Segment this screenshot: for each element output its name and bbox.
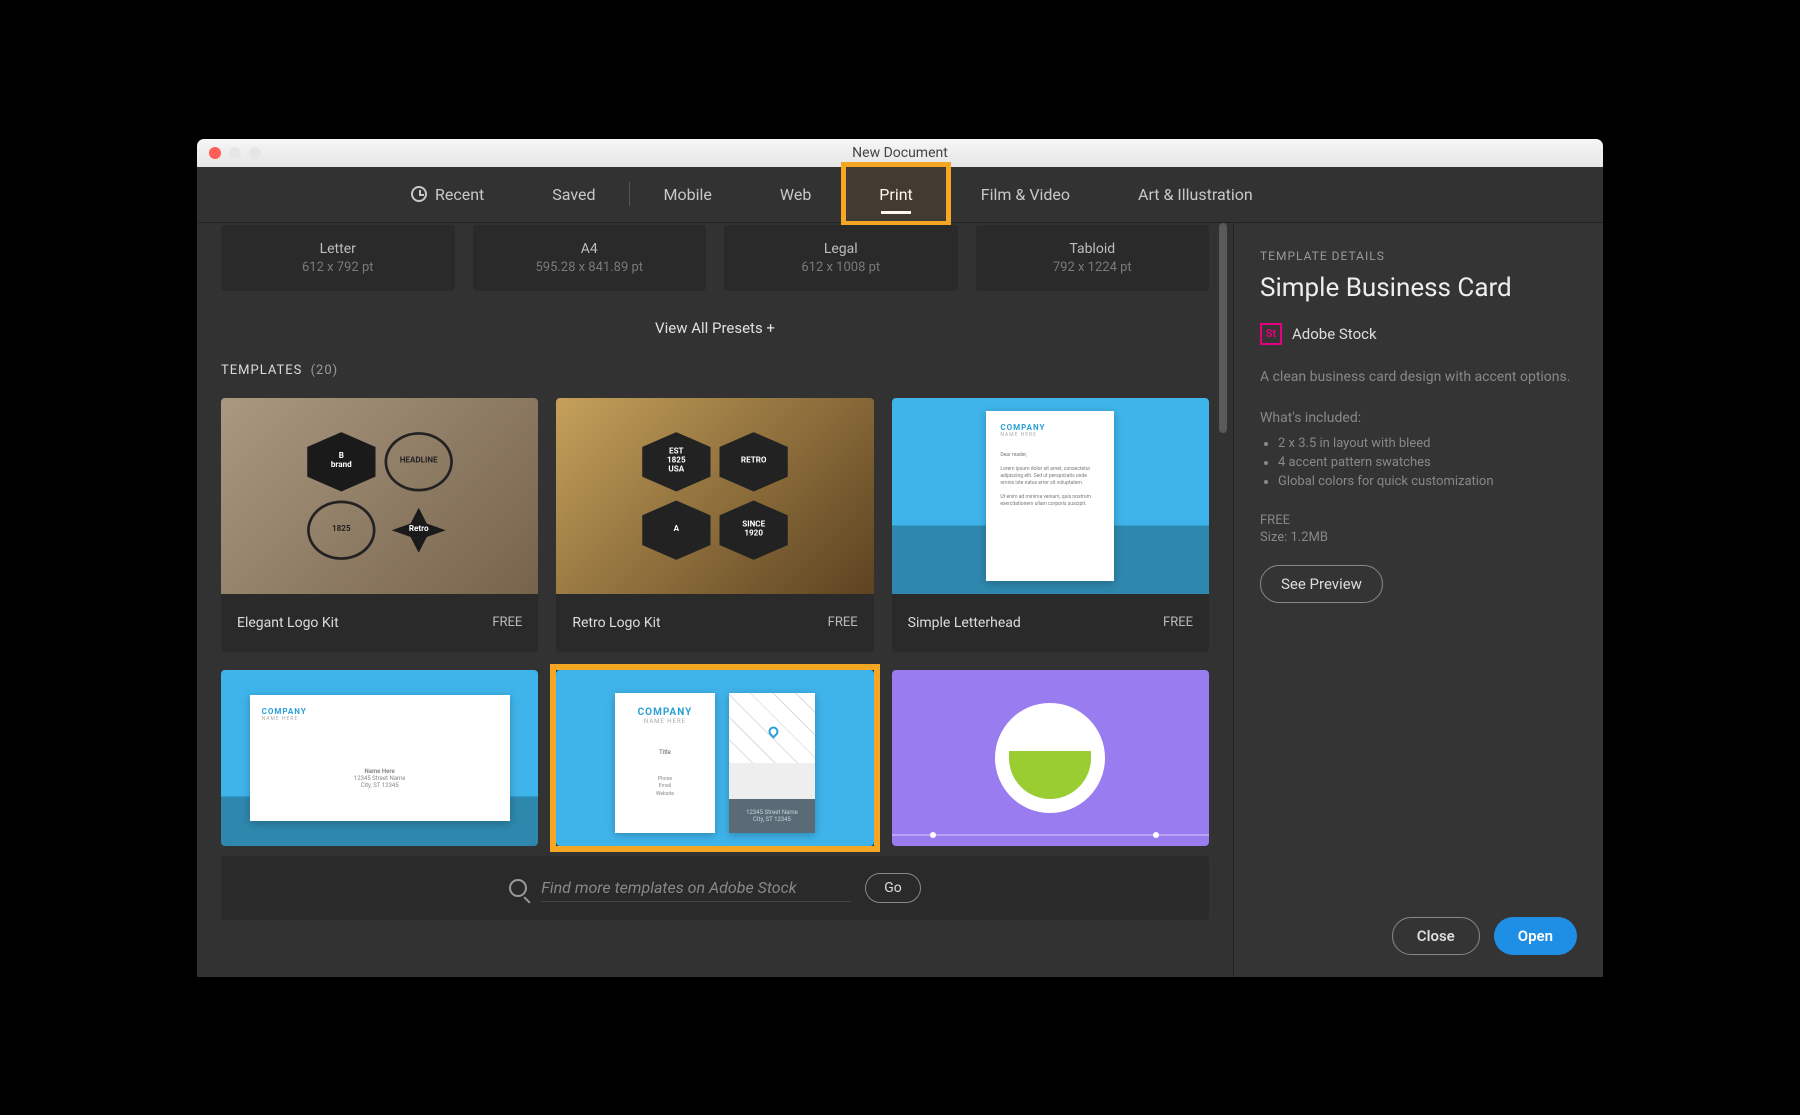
tab-label: Film & Video bbox=[981, 185, 1070, 204]
size-label: Size: 1.2MB bbox=[1260, 530, 1577, 545]
list-item: 2 x 3.5 in layout with bleed bbox=[1278, 434, 1577, 453]
tab-mobile[interactable]: Mobile bbox=[630, 166, 746, 222]
preset-legal[interactable]: Legal612 x 1008 pt bbox=[724, 225, 958, 291]
tab-art-illustration[interactable]: Art & Illustration bbox=[1104, 166, 1287, 222]
list-item: Global colors for quick customization bbox=[1278, 472, 1577, 491]
tab-film-video[interactable]: Film & Video bbox=[947, 166, 1104, 222]
template-thumbnail: EST1825USA RETRO A SINCE1920 bbox=[556, 398, 873, 594]
blank-presets-row: Letter612 x 792 pt A4595.28 x 841.89 pt … bbox=[221, 225, 1209, 291]
open-button[interactable]: Open bbox=[1494, 917, 1577, 955]
stock-source-row: St Adobe Stock bbox=[1260, 323, 1577, 345]
price-label: FREE bbox=[1260, 513, 1577, 528]
preset-tabloid[interactable]: Tabloid792 x 1224 pt bbox=[976, 225, 1210, 291]
adobe-stock-icon: St bbox=[1260, 323, 1282, 345]
template-thumbnail bbox=[892, 670, 1209, 846]
template-thumbnail: COMPANY NAME HERE Title PhoneEmailWebsit… bbox=[556, 670, 873, 846]
window-title: New Document bbox=[197, 145, 1603, 161]
main-content: Letter612 x 792 pt A4595.28 x 841.89 pt … bbox=[197, 223, 1233, 977]
template-description: A clean business card design with accent… bbox=[1260, 367, 1577, 388]
view-all-presets-link[interactable]: View All Presets + bbox=[221, 319, 1209, 337]
scrollbar[interactable] bbox=[1219, 223, 1227, 863]
whats-included-list: 2 x 3.5 in layout with bleed 4 accent pa… bbox=[1260, 434, 1577, 491]
panel-heading: TEMPLATE DETAILS bbox=[1260, 249, 1577, 263]
active-tab-indicator bbox=[881, 211, 911, 214]
clock-icon bbox=[411, 186, 427, 202]
scrollbar-thumb[interactable] bbox=[1219, 223, 1227, 433]
template-thumbnail: Bbrand HEADLINE 1825 Retro bbox=[221, 398, 538, 594]
templates-section-header: TEMPLATES (20) bbox=[221, 363, 1209, 378]
tab-label: Web bbox=[780, 185, 811, 204]
search-input[interactable] bbox=[541, 874, 851, 902]
template-search-bar: Go bbox=[221, 856, 1209, 920]
tab-label: Saved bbox=[552, 185, 595, 204]
template-simple-letterhead[interactable]: COMPANY NAME HERE Dear reader,Lorem ipsu… bbox=[892, 398, 1209, 652]
go-button[interactable]: Go bbox=[865, 873, 921, 903]
tab-label: Mobile bbox=[664, 185, 712, 204]
template-retro-logo-kit[interactable]: EST1825USA RETRO A SINCE1920 Retro Logo … bbox=[556, 398, 873, 652]
new-document-window: New Document Recent Saved Mobile Web Pri… bbox=[197, 139, 1603, 977]
preset-a4[interactable]: A4595.28 x 841.89 pt bbox=[473, 225, 707, 291]
stock-source-label: Adobe Stock bbox=[1292, 325, 1377, 343]
tab-saved[interactable]: Saved bbox=[518, 166, 629, 222]
titlebar: New Document bbox=[197, 139, 1603, 167]
search-icon bbox=[509, 879, 527, 897]
tab-web[interactable]: Web bbox=[746, 166, 845, 222]
template-details-panel: TEMPLATE DETAILS Simple Business Card St… bbox=[1233, 223, 1603, 977]
category-tabs: Recent Saved Mobile Web Print Film & Vid… bbox=[197, 167, 1603, 223]
tab-label: Print bbox=[879, 185, 912, 204]
tab-label: Art & Illustration bbox=[1138, 185, 1253, 204]
preset-letter[interactable]: Letter612 x 792 pt bbox=[221, 225, 455, 291]
template-purple-avatar[interactable] bbox=[892, 670, 1209, 846]
whats-included-label: What's included: bbox=[1260, 410, 1577, 426]
tab-print[interactable]: Print bbox=[845, 166, 946, 222]
template-simple-envelope[interactable]: COMPANY NAME HERE Name Here12345 Street … bbox=[221, 670, 538, 846]
close-button[interactable]: Close bbox=[1392, 917, 1480, 955]
template-title: Simple Business Card bbox=[1260, 273, 1577, 303]
tab-recent[interactable]: Recent bbox=[377, 166, 518, 222]
template-thumbnail: COMPANY NAME HERE Name Here12345 Street … bbox=[221, 670, 538, 846]
template-elegant-logo-kit[interactable]: Bbrand HEADLINE 1825 Retro Elegant Logo … bbox=[221, 398, 538, 652]
list-item: 4 accent pattern swatches bbox=[1278, 453, 1577, 472]
see-preview-button[interactable]: See Preview bbox=[1260, 565, 1383, 603]
template-simple-business-card[interactable]: COMPANY NAME HERE Title PhoneEmailWebsit… bbox=[556, 670, 873, 846]
template-thumbnail: COMPANY NAME HERE Dear reader,Lorem ipsu… bbox=[892, 398, 1209, 594]
tab-label: Recent bbox=[435, 185, 484, 204]
